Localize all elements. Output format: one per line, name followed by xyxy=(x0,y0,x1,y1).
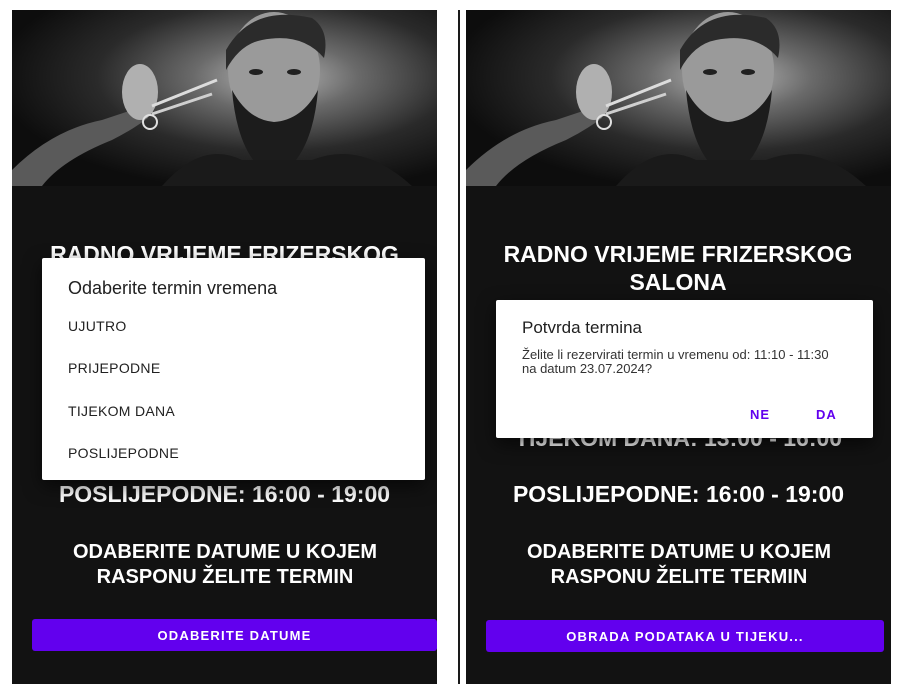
barber-photo-illustration xyxy=(12,12,412,186)
select-dates-button[interactable]: ODABERITE DATUME xyxy=(32,619,437,651)
confirm-dialog-message: Želite li rezervirati termin u vremenu o… xyxy=(522,347,829,376)
time-slot-dialog: Odaberite termin vremena UJUTRO PRIJEPOD… xyxy=(42,258,425,480)
time-slot-dialog-title: Odaberite termin vremena xyxy=(68,278,278,298)
select-dates-instruction: ODABERITE DATUME U KOJEM RASPONU ŽELITE … xyxy=(526,541,832,588)
processing-data-button[interactable]: OBRADA PODATAKA U TIJEKU... xyxy=(486,620,884,652)
barber-hero-image xyxy=(12,10,437,186)
screens-divider xyxy=(458,10,460,684)
afternoon-hours-text: POSLIJEPODNE: 16:00 - 19:00 xyxy=(58,481,391,507)
left-phone-screen: RADNO VRIJEME FRIZERSKOG POSLIJEPODNE: 1… xyxy=(12,10,437,684)
confirm-appointment-dialog: Potvrda termina Želite li rezervirati te… xyxy=(496,300,873,438)
barber-hero-image xyxy=(466,10,891,186)
time-option-morning[interactable]: UJUTRO xyxy=(68,318,127,334)
time-option-during-day[interactable]: TIJEKOM DANA xyxy=(68,403,175,419)
yes-button[interactable]: DA xyxy=(816,407,837,422)
afternoon-hours-text: POSLIJEPODNE: 16:00 - 19:00 xyxy=(512,481,845,507)
right-phone-screen: RADNO VRIJEME FRIZERSKOG SALONA TIJEKOM … xyxy=(466,10,891,684)
select-dates-instruction: ODABERITE DATUME U KOJEM RASPONU ŽELITE … xyxy=(72,541,378,588)
time-option-afternoon[interactable]: POSLIJEPODNE xyxy=(68,445,179,461)
no-button[interactable]: NE xyxy=(750,407,770,422)
barber-photo-illustration xyxy=(466,12,866,186)
salon-hours-heading: RADNO VRIJEME FRIZERSKOG SALONA xyxy=(503,241,853,295)
confirm-dialog-title: Potvrda termina xyxy=(522,318,642,337)
time-option-before-noon[interactable]: PRIJEPODNE xyxy=(68,360,160,376)
